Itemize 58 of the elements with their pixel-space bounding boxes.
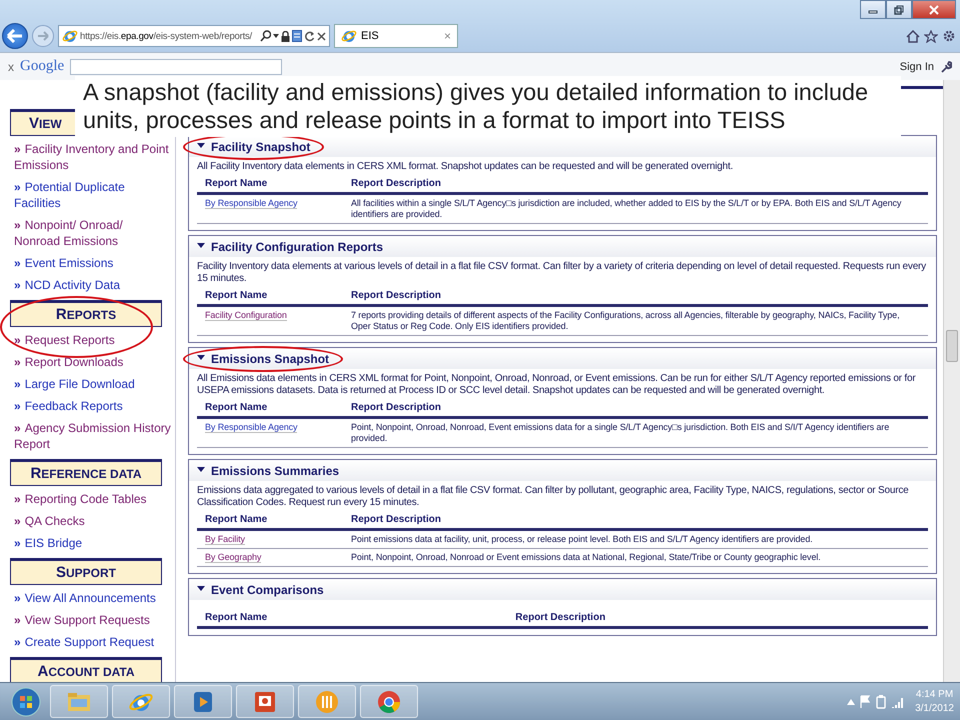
nav-link[interactable]: » EIS Bridge bbox=[10, 533, 172, 555]
column-header: Report Name bbox=[197, 174, 343, 194]
table-cell: 7 reports providing details of different aspects of the Facility Configurations, across all Agencies, filterable by geography, NAICs, Facility Type, Oper Status or Reg Code. Only EIS identifiers provided. bbox=[343, 306, 928, 336]
report-link[interactable]: By Responsible Agency bbox=[205, 198, 298, 209]
browser-tab[interactable]: EIS × bbox=[334, 24, 458, 48]
column-header: Report Name bbox=[197, 398, 343, 418]
section-title[interactable]: Emissions Snapshot bbox=[211, 352, 330, 366]
clock-date: 3/1/2012 bbox=[915, 702, 954, 716]
report-link[interactable]: By Geography bbox=[205, 552, 262, 563]
section-title[interactable]: Event Comparisons bbox=[211, 583, 324, 597]
table-cell: Point emissions data at facility, unit, process, or release point level. Both EIS and S/L/T Agency identifiers are provided. bbox=[343, 530, 928, 548]
nav-link[interactable]: » Request Reports bbox=[10, 330, 172, 352]
section-description: Facility Inventory data elements at various levels of detail in a flat file CSV format. Can filter by a variety of criteria depending on level of detail requested. Requests run every 15 minutes. bbox=[196, 260, 927, 286]
nav-link[interactable]: » Report Downloads bbox=[10, 352, 172, 374]
callout-text: A snapshot (facility and emissions) gives you detailed information to include units, processes and release points in a format to import into TEISS bbox=[75, 76, 901, 137]
section-heading: REPORTS bbox=[10, 300, 162, 327]
section-title[interactable]: Facility Snapshot bbox=[211, 140, 310, 154]
nav-link[interactable]: » Nonpoint/ Onroad/ Nonroad Emissions bbox=[10, 215, 172, 253]
section-description: All Facility Inventory data elements in CERS XML format. Snapshot updates can be requested and will be generated overnight. bbox=[196, 160, 734, 174]
close-toolbar-button[interactable]: x bbox=[8, 60, 14, 74]
column-header: Report Description bbox=[343, 398, 928, 418]
close-tab-button[interactable]: × bbox=[444, 29, 451, 43]
nav-link[interactable]: » Agency Submission History Report bbox=[10, 418, 172, 456]
section-heading: SUPPORT bbox=[10, 558, 162, 585]
sign-in-link[interactable]: Sign In bbox=[900, 60, 934, 72]
address-field[interactable]: https://eis.epa.gov/eis-system-web/reports/ bbox=[58, 25, 330, 47]
section-title[interactable]: Facility Configuration Reports bbox=[211, 240, 384, 254]
section-description: All Emissions data elements in CERS XML format for Point, Nonpoint, Onroad, Nonroad, or Event emissions. Can be run for either S/L/T Agency reported emissions or for USEPA emissions datasets. Data is returned at Process ID or SCC level detail. Snapshot updates can be requested and will be generated overnight. bbox=[196, 372, 916, 398]
nav-link[interactable]: » Feedback Reports bbox=[10, 396, 172, 418]
section-description: Emissions data aggregated to various levels of detail in a flat file CSV format. Can filter by pollutant, geographic area, Facility Type, NAICS, regulations, sector or Source Classification Codes. Request run every 15 minutes. bbox=[196, 484, 910, 510]
nav-link[interactable]: » Create Support Request bbox=[10, 632, 172, 654]
nav-link[interactable]: » Potential Duplicate Facilities bbox=[10, 177, 172, 215]
report-link[interactable]: By Facility bbox=[205, 534, 245, 545]
nav-link[interactable]: » Reporting Code Tables bbox=[10, 489, 172, 511]
nav-link[interactable]: » Large File Download bbox=[10, 374, 172, 396]
clock-time: 4:14 PM bbox=[916, 688, 954, 702]
section-heading: REFERENCE DATA bbox=[10, 459, 162, 486]
column-header: Report Description bbox=[343, 510, 928, 530]
column-header: Report Description bbox=[343, 286, 928, 306]
nav-link[interactable]: » QA Checks bbox=[10, 511, 172, 533]
column-header: Report Description bbox=[507, 608, 928, 628]
nav-link[interactable]: » Facility Inventory and Point Emissions bbox=[10, 139, 172, 177]
column-header: Report Name bbox=[197, 286, 343, 306]
section-title[interactable]: Emissions Summaries bbox=[211, 464, 340, 478]
nav-link[interactable]: » View All Announcements bbox=[10, 588, 172, 610]
report-link[interactable]: Facility Configuration bbox=[205, 310, 287, 321]
google-logo: Google bbox=[20, 58, 64, 75]
nav-link[interactable]: » Event Emissions bbox=[10, 253, 172, 275]
nav-link[interactable]: » View Support Requests bbox=[10, 610, 172, 632]
nav-link[interactable]: » NCD Activity Data bbox=[10, 275, 172, 297]
section-heading: ACCOUNT DATA bbox=[10, 657, 162, 682]
column-header: Report Description bbox=[343, 174, 928, 194]
column-header: Report Name bbox=[197, 608, 508, 628]
table-cell: Point, Nonpoint, Onroad, Nonroad, Event emissions data for a single S/L/T Agency□s jurisdiction. Both EIS and S/I/T Agency identifiers are provided. bbox=[343, 418, 928, 448]
report-link[interactable]: By Responsible Agency bbox=[205, 422, 298, 433]
table-cell: Point, Nonpoint, Onroad, Nonroad or Event emissions data at National, Regional, State/Tribe or County geographic level. bbox=[343, 548, 928, 566]
table-cell: All facilities within a single S/L/T Agency□s jurisdiction are included, whether added to EIS by the S/L/T or by EPA. Both EIS and S/L/T Agency identifiers are provided. bbox=[343, 194, 928, 224]
column-header: Report Name bbox=[197, 510, 343, 530]
